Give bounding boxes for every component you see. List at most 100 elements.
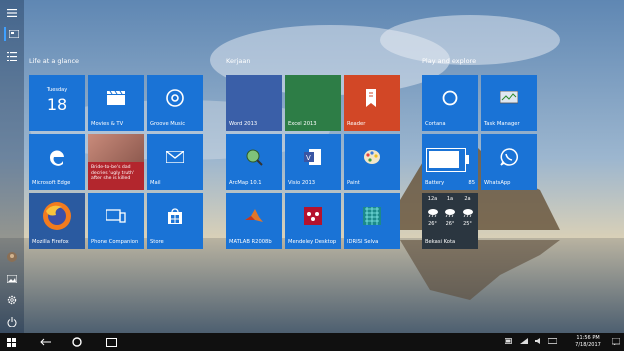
tile-mendeley[interactable]: Mendeley Desktop — [285, 193, 341, 249]
network-tray-icon[interactable] — [520, 338, 528, 346]
tile-label: Mendeley Desktop — [288, 239, 337, 245]
tile-label: Task Manager — [484, 121, 520, 127]
tile-calendar[interactable]: Tuesday 18 — [29, 75, 85, 131]
all-apps-icon[interactable] — [4, 49, 20, 63]
mail-icon — [147, 134, 203, 180]
reader-icon — [344, 75, 400, 121]
tile-cortana[interactable]: Cortana — [422, 75, 478, 131]
groove-icon — [147, 75, 203, 121]
whatsapp-icon — [481, 134, 537, 180]
search-circle-icon[interactable] — [70, 333, 84, 351]
visio-icon: V — [285, 134, 341, 180]
hamburger-icon[interactable] — [4, 6, 20, 20]
tile-label: MATLAB R2008b — [229, 239, 272, 245]
tile-label: Phone Companion — [91, 239, 139, 245]
mendeley-icon — [285, 193, 341, 239]
tile-weather[interactable]: 12a 26° 1a 26° 2a 25° Bekasi Kota — [422, 193, 478, 249]
arcmap-icon — [226, 134, 282, 180]
tile-label: Bekasi Kota — [425, 239, 456, 245]
cortana-icon — [422, 75, 478, 121]
movies-icon — [88, 75, 144, 121]
weather-forecast: 12a 26° 1a 26° 2a 25° — [424, 196, 476, 227]
task-manager-icon — [481, 75, 537, 121]
firefox-icon — [29, 193, 85, 239]
tile-label: Groove Music — [150, 121, 186, 127]
tile-label: Word 2013 — [229, 121, 258, 127]
clock-date: 7/18/2017 — [575, 341, 601, 348]
cloud-rain-icon — [427, 209, 438, 218]
calendar-day: Tuesday — [46, 87, 68, 93]
group-title-play[interactable]: Play and explore — [422, 57, 476, 65]
matlab-icon — [226, 193, 282, 239]
task-view-icon[interactable] — [104, 333, 118, 351]
tile-label: Paint — [347, 180, 360, 186]
tile-label: Store — [150, 239, 164, 245]
volume-tray-icon[interactable] — [535, 338, 543, 346]
tile-label: Microsoft Edge — [32, 180, 71, 186]
tile-firefox[interactable]: Mozilla Firefox — [29, 193, 85, 249]
taskbar: 11:56 PM 7/18/2017 — [0, 333, 624, 351]
idrisi-icon — [344, 193, 400, 239]
group-title-kerjaan[interactable]: Kerjaan — [226, 57, 251, 65]
paint-icon — [344, 134, 400, 180]
cloud-rain-icon — [445, 209, 455, 218]
weather-day: 12a 26° — [427, 196, 438, 227]
tile-mail[interactable]: Mail — [147, 134, 203, 190]
back-icon[interactable] — [38, 333, 52, 351]
tile-excel[interactable]: Excel 2013 — [285, 75, 341, 131]
battery-value: 85 — [468, 180, 475, 186]
settings-icon[interactable] — [4, 293, 20, 307]
store-icon — [147, 193, 203, 239]
tile-label: Mozilla Firefox — [32, 239, 69, 245]
tile-label: IDRISI Selva — [347, 239, 379, 245]
calendar-date: 18 — [46, 95, 68, 114]
weather-day: 1a 26° — [445, 196, 455, 227]
tile-label: Battery — [425, 180, 445, 186]
tile-label: Excel 2013 — [288, 121, 317, 127]
tile-idrisi[interactable]: IDRISI Selva — [344, 193, 400, 249]
battery-fill — [429, 151, 459, 168]
battery-terminal — [466, 155, 469, 164]
phone-companion-icon — [88, 193, 144, 239]
tile-matlab[interactable]: MATLAB R2008b — [226, 193, 282, 249]
tile-label: Visio 2013 — [288, 180, 316, 186]
tile-battery[interactable]: Battery 85 — [422, 134, 478, 190]
tile-label: Movies & TV — [91, 121, 124, 127]
tile-label: Reader — [347, 121, 366, 127]
tile-label: Cortana — [425, 121, 446, 127]
battery-icon — [426, 148, 466, 172]
tile-label: Mail — [150, 180, 161, 186]
tile-whatsapp[interactable]: WhatsApp — [481, 134, 537, 190]
cloud-rain-icon — [462, 209, 473, 218]
news-photo — [88, 134, 144, 162]
notifications-icon[interactable] — [611, 337, 621, 347]
edge-icon — [29, 134, 85, 180]
keyboard-tray-icon[interactable] — [547, 338, 558, 346]
tile-phone[interactable]: Phone Companion — [88, 193, 144, 249]
tile-groove[interactable]: Groove Music — [147, 75, 203, 131]
weather-day: 2a 25° — [462, 196, 473, 227]
photos-icon[interactable] — [4, 272, 20, 286]
user-avatar[interactable] — [4, 250, 20, 264]
tile-label: WhatsApp — [484, 180, 511, 186]
tile-paint[interactable]: Paint — [344, 134, 400, 190]
clock[interactable]: 11:56 PM 7/18/2017 — [568, 335, 608, 348]
group-title-life[interactable]: Life at a glance — [29, 57, 79, 65]
tile-label: ArcMap 10.1 — [229, 180, 262, 186]
tile-movies[interactable]: Movies & TV — [88, 75, 144, 131]
tile-task-manager[interactable]: Task Manager — [481, 75, 537, 131]
windows-start-icon[interactable] — [4, 333, 18, 351]
news-headline: Bride-to-be's dad decries 'ugly truth' a… — [91, 165, 135, 182]
tile-edge[interactable]: Microsoft Edge — [29, 134, 85, 190]
battery-tray-icon[interactable] — [504, 338, 513, 346]
power-icon[interactable] — [4, 315, 20, 329]
all-tiles-icon[interactable] — [4, 27, 22, 41]
svg-text:V: V — [306, 154, 311, 162]
tile-news[interactable]: Bride-to-be's dad decries 'ugly truth' a… — [88, 134, 144, 190]
start-left-rail — [0, 0, 24, 333]
tile-arcmap[interactable]: ArcMap 10.1 — [226, 134, 282, 190]
tile-reader[interactable]: Reader — [344, 75, 400, 131]
tile-store[interactable]: Store — [147, 193, 203, 249]
tile-visio[interactable]: V Visio 2013 — [285, 134, 341, 190]
tile-word[interactable]: Word 2013 — [226, 75, 282, 131]
